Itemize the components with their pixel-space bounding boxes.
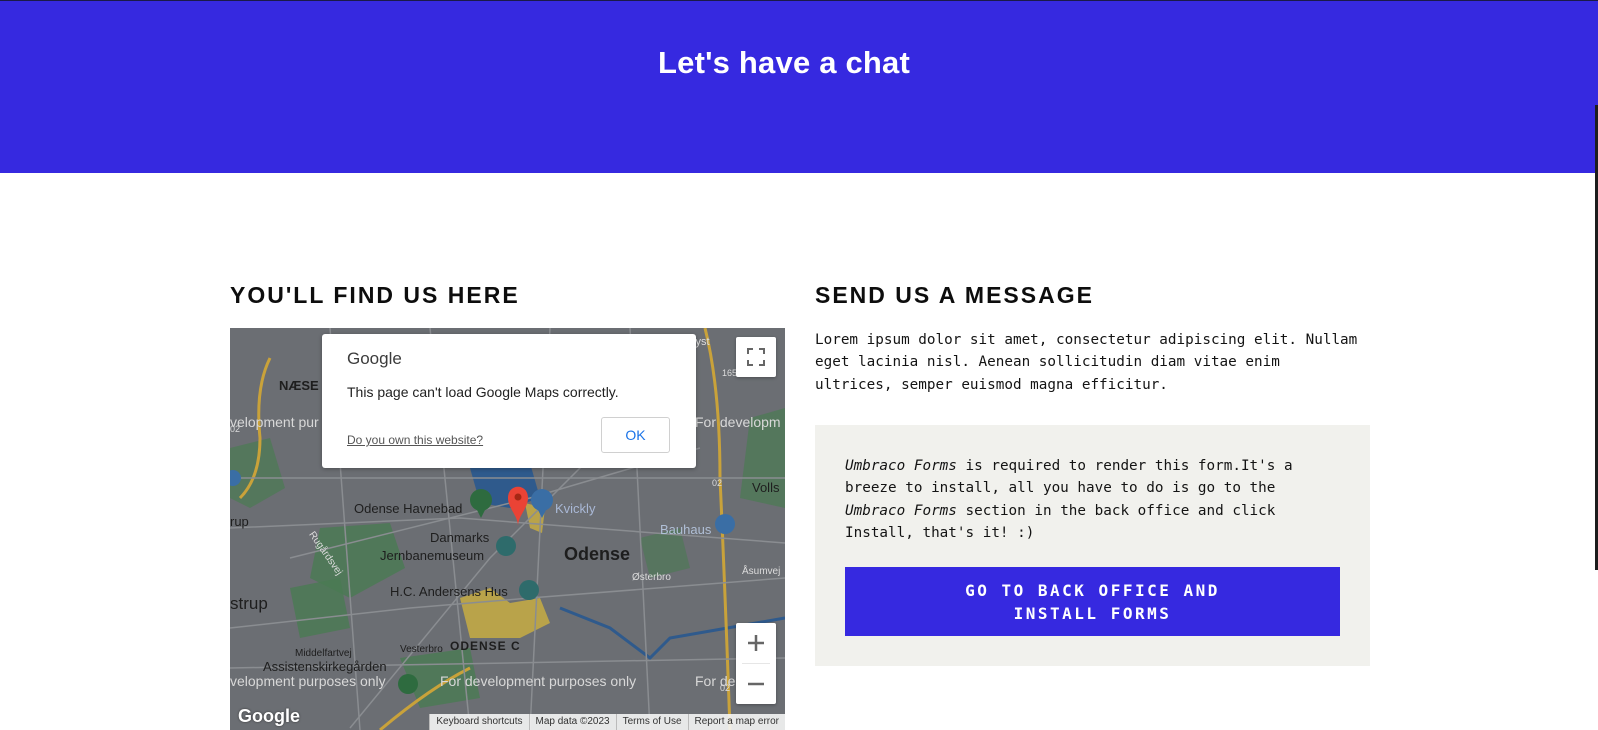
map-data-text: Map data ©2023 <box>528 714 616 730</box>
map-watermark: velopment purposes only <box>230 673 386 689</box>
map-label-aasumvej: Åsumvej <box>742 566 781 577</box>
form-placeholder: Umbraco Forms is required to render this… <box>815 425 1370 666</box>
fullscreen-button[interactable] <box>736 337 776 377</box>
map-label-bauhaus: Bauhaus <box>660 522 712 537</box>
map-watermark: For developm <box>695 414 781 430</box>
map-label-assistens: Assistenskirkegården <box>263 659 387 674</box>
zoom-in-button[interactable] <box>736 623 776 663</box>
dialog-ok-button[interactable]: OK <box>601 417 670 453</box>
map-label-havnebad: Odense Havnebad <box>354 501 463 516</box>
map-label-jernbanemuseum: Jernbanemuseum <box>380 548 485 563</box>
send-message-heading: SEND US A MESSAGE <box>815 282 1094 308</box>
terms-of-use-link[interactable]: Terms of Use <box>615 714 688 730</box>
map-label-danmarks: Danmarks <box>430 530 490 545</box>
own-website-link[interactable]: Do you own this website? <box>347 433 483 447</box>
google-map-logo[interactable]: Google <box>238 706 300 727</box>
minus-icon <box>748 682 764 686</box>
plus-icon <box>748 635 764 651</box>
page-title: Let's have a chat <box>658 45 910 80</box>
map[interactable]: NÆSE nlyst 165 02 02 02 velopment pur Fo… <box>230 328 785 730</box>
map-label-kvickly: Kvickly <box>555 501 596 516</box>
hero-banner: Let's have a chat <box>0 0 1598 173</box>
map-label-strup: strup <box>230 594 268 613</box>
map-label-rup: rup <box>230 514 249 529</box>
map-label-odense: Odense <box>564 544 631 564</box>
maps-error-message: This page can't load Google Maps correct… <box>347 384 619 400</box>
zoom-controls <box>736 623 776 704</box>
product-name: Umbraco Forms <box>845 502 957 519</box>
map-label-vesterbro: Vesterbro <box>400 644 443 655</box>
keyboard-shortcuts-link[interactable]: Keyboard shortcuts <box>429 714 528 730</box>
find-us-heading: YOU'LL FIND US HERE <box>230 282 520 308</box>
fullscreen-icon <box>747 348 765 366</box>
map-label-hca: H.C. Andersens Hus <box>390 584 508 599</box>
install-forms-button[interactable]: GO TO BACK OFFICE AND INSTALL FORMS <box>845 567 1340 636</box>
map-label-road-02-right: 02 <box>712 478 723 488</box>
forms-install-note: Umbraco Forms is required to render this… <box>845 455 1339 545</box>
google-logo: Google <box>347 349 402 368</box>
map-attribution: Keyboard shortcuts Map data ©2023 Terms … <box>429 714 785 730</box>
maps-error-dialog: Google This page can't load Google Maps … <box>322 334 696 468</box>
product-name: Umbraco Forms <box>845 458 957 474</box>
map-label-middelfartvej: Middelfartvej <box>295 648 352 659</box>
map-label-vollsmose: Volls <box>752 480 780 495</box>
map-watermark: For development purposes only <box>440 673 637 689</box>
map-label-road-165: 165 <box>722 368 738 378</box>
map-label-naese: NÆSE <box>279 378 319 393</box>
map-label-osterbro: Østerbro <box>632 572 671 583</box>
contact-intro-text: Lorem ipsum dolor sit amet, consectetur … <box>815 332 1358 393</box>
map-label-odense-c: ODENSE C <box>450 639 521 653</box>
map-watermark: For de <box>695 673 736 689</box>
zoom-out-button[interactable] <box>736 664 776 704</box>
report-map-error-link[interactable]: Report a map error <box>687 714 785 730</box>
map-watermark: velopment pur <box>230 414 319 430</box>
